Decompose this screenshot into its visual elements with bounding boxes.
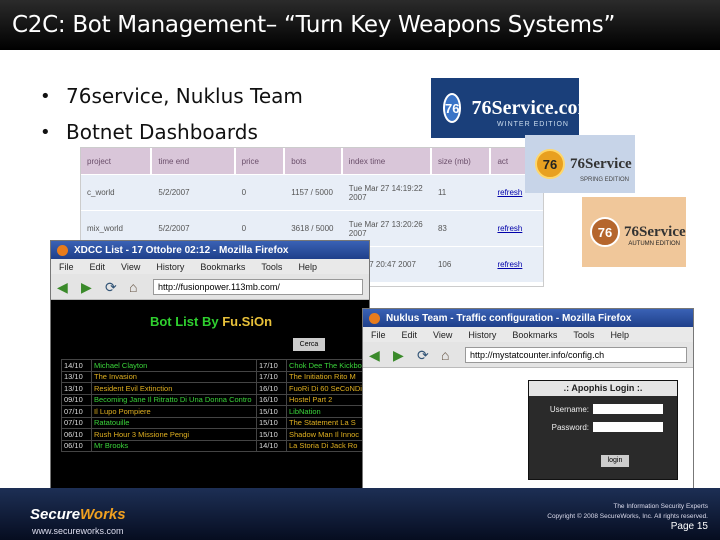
page-number: Page 15 xyxy=(670,521,708,532)
bot-list-table: 14/10 Michael Clayton 17/10 Chok Dee The Ki… xyxy=(61,359,369,452)
menu-file[interactable]: File xyxy=(371,330,386,340)
76service-autumn-logo: 76 76Service AUTUMN EDITION xyxy=(582,197,686,267)
reload-icon[interactable]: ⟳ xyxy=(417,348,433,362)
menu-file[interactable]: File xyxy=(59,262,74,272)
menu-bar: File Edit View History Bookmarks Tools H… xyxy=(51,259,369,274)
76service-winter-logo: 76 76Service.com WINTER EDITION xyxy=(431,78,594,138)
nuklus-browser-window: Nuklus Team - Traffic configuration - Mo… xyxy=(362,308,694,493)
col-project[interactable]: project xyxy=(81,148,151,174)
username-row: Username: xyxy=(529,404,677,414)
bullet-item: • Botnet Dashboards xyxy=(40,120,258,144)
bullet-dot-icon: • xyxy=(40,121,51,143)
footer-legal: The Information Security Experts Copyrig… xyxy=(547,503,708,520)
xdcc-browser-window: XDCC List - 17 Ottobre 02:12 - Mozilla F… xyxy=(50,240,370,498)
username-field[interactable] xyxy=(593,404,663,414)
menu-edit[interactable]: Edit xyxy=(402,330,418,340)
menu-bookmarks[interactable]: Bookmarks xyxy=(512,330,557,340)
col-price[interactable]: price xyxy=(235,148,284,174)
slide-title: C2C: Bot Management– “Turn Key Weapons S… xyxy=(12,12,616,38)
menu-bookmarks[interactable]: Bookmarks xyxy=(200,262,245,272)
col-size[interactable]: size (mb) xyxy=(431,148,490,174)
forward-arrow-icon[interactable]: ▶ xyxy=(81,280,97,294)
col-bots[interactable]: bots xyxy=(285,148,341,174)
footer-bar: SecureWorks www.secureworks.com The Info… xyxy=(0,488,720,540)
menu-view[interactable]: View xyxy=(433,330,452,340)
nuklus-page-body: .: Apophis Login :. Username: Password: … xyxy=(363,368,693,492)
xdcc-page-body: Bot List By Fu.SiOn Cerca 14/10 Michael C… xyxy=(51,300,369,497)
password-row: Password: xyxy=(529,422,677,432)
menu-history[interactable]: History xyxy=(468,330,496,340)
back-arrow-icon[interactable]: ◀ xyxy=(57,280,73,294)
nav-toolbar: ◀ ▶ ⟳ ⌂ http://mystatcounter.info/config… xyxy=(363,342,693,368)
forward-arrow-icon[interactable]: ▶ xyxy=(393,348,409,362)
firefox-icon xyxy=(57,244,68,256)
table-row: 07/10 Il Lupo Pompiere 15/10 LibNation xyxy=(61,405,369,418)
home-icon[interactable]: ⌂ xyxy=(441,348,457,362)
login-button[interactable]: login xyxy=(601,455,629,467)
bullet-list: • 76service, Nuklus Team • Botnet Dashboar… xyxy=(40,78,303,150)
table-row: 13/10 Resident Evil Extinction 16/10 FuoRi … xyxy=(61,382,369,395)
bullet-item: • 76service, Nuklus Team xyxy=(40,84,303,108)
refresh-link[interactable]: refresh xyxy=(491,211,541,246)
col-index-time[interactable]: index time xyxy=(342,148,430,174)
table-row: 07/10 Ratatouille 15/10 The Statement La S xyxy=(61,416,369,429)
refresh-link[interactable]: refresh xyxy=(491,247,541,282)
menu-history[interactable]: History xyxy=(156,262,184,272)
menu-tools[interactable]: Tools xyxy=(573,330,594,340)
dashboard-header-row: project time end price bots index time s… xyxy=(81,148,543,174)
back-arrow-icon[interactable]: ◀ xyxy=(369,348,385,362)
login-panel: .: Apophis Login :. Username: Password: … xyxy=(528,380,678,480)
slide-title-bar: C2C: Bot Management– “Turn Key Weapons S… xyxy=(0,0,720,50)
menu-edit[interactable]: Edit xyxy=(90,262,106,272)
nav-toolbar: ◀ ▶ ⟳ ⌂ http://fusionpower.113mb.com/ xyxy=(51,274,369,300)
76service-spring-logo: 76 76Service SPRING EDITION xyxy=(525,135,635,193)
table-row: 13/10 The Invasion 17/10 The Initiation Rit… xyxy=(61,370,369,383)
menu-bar: File Edit View History Bookmarks Tools H… xyxy=(363,327,693,342)
firefox-icon xyxy=(369,312,380,324)
reload-icon[interactable]: ⟳ xyxy=(105,280,121,294)
secureworks-logo: SecureWorks xyxy=(30,506,126,523)
search-button[interactable]: Cerca xyxy=(293,338,325,351)
table-row: 06/10 Mr Brooks 14/10 La Storia Di Jack Ro xyxy=(61,439,369,452)
menu-tools[interactable]: Tools xyxy=(261,262,282,272)
bot-list-heading: Bot List By Fu.SiOn xyxy=(149,314,273,329)
menu-view[interactable]: View xyxy=(121,262,140,272)
login-title: .: Apophis Login :. xyxy=(529,381,677,396)
url-bar[interactable]: http://mystatcounter.info/config.ch xyxy=(465,346,687,363)
url-bar[interactable]: http://fusionpower.113mb.com/ xyxy=(153,278,363,295)
table-row: 09/10 Becoming Jane Il Ritratto Di Una Do… xyxy=(61,393,369,406)
window-titlebar: Nuklus Team - Traffic configuration - Mo… xyxy=(363,309,693,327)
site-url[interactable]: www.secureworks.com xyxy=(32,526,124,536)
menu-help[interactable]: Help xyxy=(610,330,629,340)
menu-help[interactable]: Help xyxy=(298,262,317,272)
col-time-end[interactable]: time end xyxy=(152,148,234,174)
table-row: c_world 5/2/2007 0 1157 / 5000 Tue Mar 2… xyxy=(81,174,543,210)
table-row: 14/10 Michael Clayton 17/10 Chok Dee The Ki… xyxy=(61,359,369,372)
home-icon[interactable]: ⌂ xyxy=(129,280,145,294)
password-field[interactable] xyxy=(593,422,663,432)
window-titlebar: XDCC List - 17 Ottobre 02:12 - Mozilla F… xyxy=(51,241,369,259)
bullet-dot-icon: • xyxy=(40,85,51,107)
table-row: 06/10 Rush Hour 3 Missione Pengi 15/10 Shad… xyxy=(61,428,369,441)
